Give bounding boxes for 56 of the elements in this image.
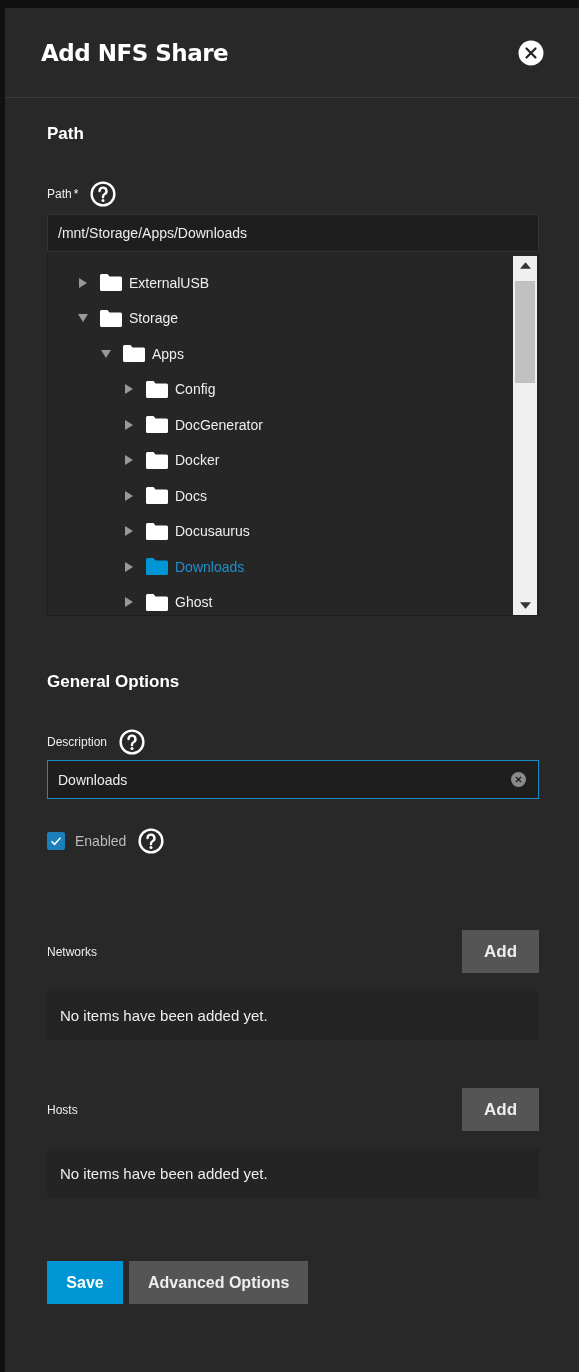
clear-icon[interactable] [511, 772, 526, 787]
checkbox-label: Enabled [75, 833, 127, 849]
folder-icon [145, 415, 169, 435]
collapse-arrow-icon[interactable] [78, 313, 88, 324]
scroll-up-icon[interactable] [519, 262, 531, 269]
expand-arrow-icon[interactable] [124, 419, 134, 430]
path-field[interactable]: /mnt/Storage/Apps/Downloads [47, 214, 539, 252]
empty-list-message: No items have been added yet. [47, 1149, 539, 1198]
expand-arrow-icon[interactable] [124, 384, 134, 395]
folder-name[interactable]: Docs [175, 487, 207, 504]
dialog-title: Add NFS Share [41, 39, 229, 66]
folder-name[interactable]: DocGenerator [175, 416, 263, 433]
required-mark: * [73, 187, 79, 201]
folder-icon [122, 344, 146, 364]
help-icon[interactable] [90, 181, 117, 207]
folder-name[interactable]: Ghost [175, 594, 213, 611]
scrollbar[interactable] [513, 256, 537, 615]
folder-icon [99, 273, 123, 293]
folder-name[interactable]: ExternalUSB [129, 274, 210, 291]
scrollbar-thumb[interactable] [515, 281, 535, 383]
list-label: Hosts [47, 1102, 78, 1117]
scroll-down-icon[interactable] [519, 602, 531, 609]
folder-icon [145, 486, 169, 506]
folder-name[interactable]: Downloads [175, 558, 245, 575]
help-icon[interactable] [138, 828, 165, 854]
description-field[interactable]: Downloads [47, 760, 539, 799]
collapse-arrow-icon[interactable] [101, 348, 111, 359]
folder-name[interactable]: Storage [129, 310, 179, 327]
expand-arrow-icon[interactable] [124, 526, 134, 537]
section-heading: General Options [47, 672, 181, 692]
folder-name[interactable]: Config [175, 381, 216, 398]
advanced-options-button[interactable]: Advanced Options [129, 1261, 309, 1304]
folder-name[interactable]: Apps [152, 345, 184, 362]
folder-icon [145, 379, 169, 399]
folder-name[interactable]: Docker [175, 452, 220, 469]
section-heading: Path [47, 124, 85, 144]
expand-arrow-icon[interactable] [124, 455, 134, 466]
folder-icon [145, 450, 169, 470]
empty-list-message: No items have been added yet. [47, 991, 539, 1040]
folder-icon [99, 308, 123, 328]
expand-arrow-icon[interactable] [124, 597, 134, 608]
expand-arrow-icon[interactable] [78, 277, 88, 288]
folder-name[interactable]: Docusaurus [175, 523, 250, 540]
checkbox[interactable] [47, 832, 65, 850]
add-button[interactable]: Add [462, 930, 539, 973]
close-icon[interactable] [518, 39, 544, 66]
expand-arrow-icon[interactable] [124, 561, 134, 572]
field-label: Description [47, 735, 108, 749]
expand-arrow-icon[interactable] [124, 490, 134, 501]
folder-icon [145, 557, 169, 577]
help-icon[interactable] [119, 729, 146, 755]
field-label: Path [47, 187, 72, 201]
folder-icon [145, 592, 169, 612]
list-label: Networks [47, 944, 97, 959]
folder-icon [145, 521, 169, 541]
add-button[interactable]: Add [462, 1088, 539, 1131]
